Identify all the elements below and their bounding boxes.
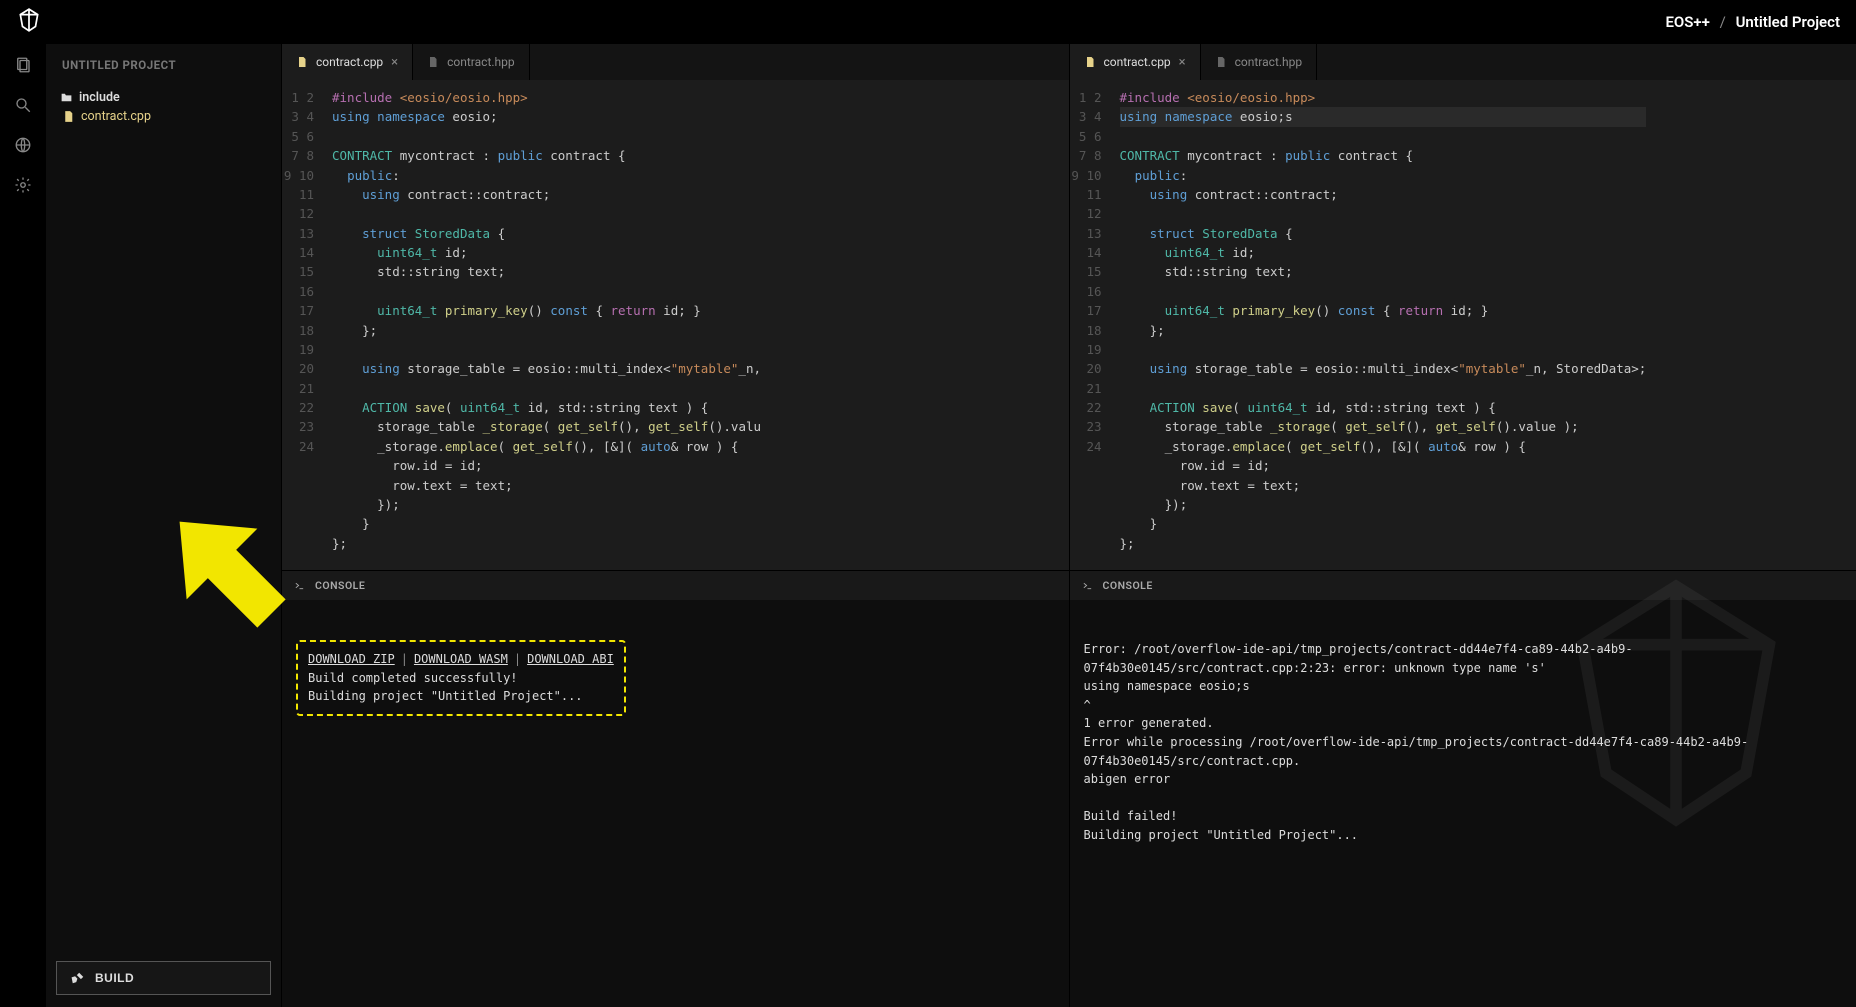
app-header: EOS++ / Untitled Project bbox=[0, 0, 1856, 44]
tab-contract-hpp[interactable]: contract.hpp bbox=[1201, 44, 1318, 80]
editor-pane-right: contract.cpp × contract.hpp 1 2 3 4 5 6 … bbox=[1069, 44, 1856, 1007]
download-wasm-link[interactable]: DOWNLOAD WASM bbox=[414, 652, 508, 666]
files-icon[interactable] bbox=[14, 56, 32, 74]
file-explorer: UNTITLED PROJECT include contract.cpp BU… bbox=[46, 44, 281, 1007]
tab-contract-cpp[interactable]: contract.cpp × bbox=[1070, 44, 1201, 80]
folder-label: include bbox=[79, 90, 120, 105]
console-label: CONSOLE bbox=[315, 579, 365, 592]
console-header-left[interactable]: CONSOLE bbox=[282, 570, 1069, 600]
file-icon bbox=[427, 56, 439, 68]
tab-label: contract.hpp bbox=[1235, 55, 1303, 69]
download-links: DOWNLOAD ZIP|DOWNLOAD WASM|DOWNLOAD ABI bbox=[308, 650, 614, 669]
console-line: Build completed successfully! bbox=[308, 669, 614, 688]
code-editor-right[interactable]: 1 2 3 4 5 6 7 8 9 10 11 12 13 14 15 16 1… bbox=[1070, 80, 1856, 570]
tab-label: contract.cpp bbox=[316, 55, 383, 69]
file-icon bbox=[1215, 56, 1227, 68]
file-icon bbox=[62, 110, 75, 123]
console-label: CONSOLE bbox=[1103, 579, 1153, 592]
console-output-left: DOWNLOAD ZIP|DOWNLOAD WASM|DOWNLOAD ABI … bbox=[282, 600, 1069, 1007]
code-editor-left[interactable]: 1 2 3 4 5 6 7 8 9 10 11 12 13 14 15 16 1… bbox=[282, 80, 1069, 570]
tab-label: contract.cpp bbox=[1104, 55, 1171, 69]
tree-file-contract-cpp[interactable]: contract.cpp bbox=[58, 107, 271, 126]
editor-pane-left: contract.cpp × contract.hpp 1 2 3 4 5 6 … bbox=[281, 44, 1069, 1007]
breadcrumb: EOS++ / Untitled Project bbox=[1665, 13, 1840, 31]
console-line: Building project "Untitled Project"... bbox=[308, 687, 614, 706]
project-title: UNTITLED PROJECT bbox=[56, 58, 271, 72]
build-button[interactable]: BUILD bbox=[56, 961, 271, 995]
tab-contract-cpp[interactable]: contract.cpp × bbox=[282, 44, 413, 80]
breadcrumb-separator: / bbox=[1720, 13, 1726, 31]
tree-folder-include[interactable]: include bbox=[56, 88, 271, 107]
app-logo bbox=[16, 7, 42, 37]
globe-icon[interactable] bbox=[14, 136, 32, 154]
file-icon bbox=[1084, 56, 1096, 68]
tab-bar-left: contract.cpp × contract.hpp bbox=[282, 44, 1069, 80]
console-output-right: Error: /root/overflow-ide-api/tmp_projec… bbox=[1070, 600, 1856, 1007]
file-icon bbox=[296, 56, 308, 68]
file-label: contract.cpp bbox=[81, 109, 151, 124]
download-highlight: DOWNLOAD ZIP|DOWNLOAD WASM|DOWNLOAD ABI … bbox=[296, 640, 626, 716]
folder-icon bbox=[60, 91, 73, 104]
tab-label: contract.hpp bbox=[447, 55, 515, 69]
breadcrumb-current[interactable]: Untitled Project bbox=[1736, 13, 1840, 31]
file-tree: include contract.cpp bbox=[56, 88, 271, 126]
download-zip-link[interactable]: DOWNLOAD ZIP bbox=[308, 652, 395, 666]
build-label: BUILD bbox=[95, 971, 134, 985]
breadcrumb-parent[interactable]: EOS++ bbox=[1665, 13, 1709, 31]
close-icon[interactable]: × bbox=[1179, 55, 1186, 70]
terminal-icon bbox=[1082, 580, 1093, 591]
gear-icon[interactable] bbox=[14, 176, 32, 194]
close-icon[interactable]: × bbox=[391, 55, 398, 70]
search-icon[interactable] bbox=[14, 96, 32, 114]
console-header-right[interactable]: CONSOLE bbox=[1070, 570, 1856, 600]
download-abi-link[interactable]: DOWNLOAD ABI bbox=[527, 652, 614, 666]
terminal-icon bbox=[294, 580, 305, 591]
tab-bar-right: contract.cpp × contract.hpp bbox=[1070, 44, 1856, 80]
tools-icon bbox=[71, 971, 85, 985]
activity-bar bbox=[0, 44, 46, 1007]
tab-contract-hpp[interactable]: contract.hpp bbox=[413, 44, 530, 80]
